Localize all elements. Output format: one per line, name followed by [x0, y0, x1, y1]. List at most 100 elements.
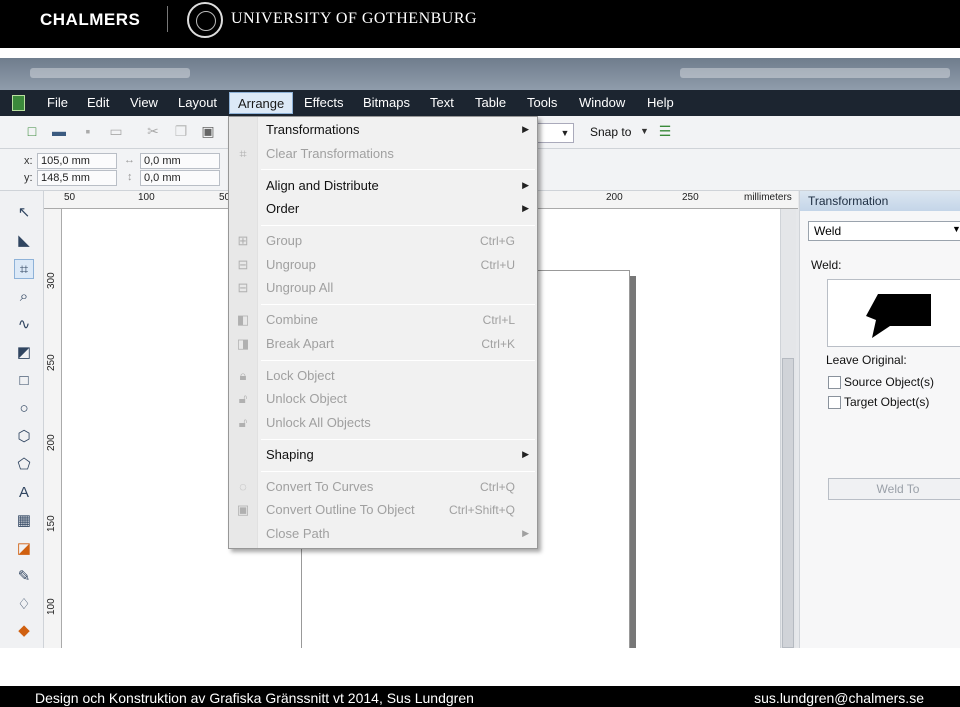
polygon-tool-icon[interactable]: ⬡ — [14, 427, 34, 447]
width-field[interactable]: 0,0 mm — [140, 153, 220, 169]
rectangle-tool-icon[interactable]: □ — [14, 371, 34, 391]
menu-item-clear-transformations[interactable]: Clear Transformations — [266, 146, 394, 161]
menu-help[interactable]: Help — [647, 95, 674, 110]
chevron-down-icon[interactable]: ▼ — [640, 126, 649, 136]
menu-separator — [261, 471, 535, 472]
table-tool-icon[interactable]: ▦ — [14, 511, 34, 531]
crop-tool-icon[interactable]: ⌗ — [14, 259, 34, 279]
outline-pen-icon[interactable]: ♢ — [14, 595, 34, 615]
menu-edit[interactable]: Edit — [87, 95, 109, 110]
menu-effects[interactable]: Effects — [304, 95, 344, 110]
print-icon[interactable]: ▭ — [108, 123, 124, 139]
ellipse-tool-icon[interactable]: ○ — [14, 399, 34, 419]
shortcut-label: Ctrl+L — [482, 313, 515, 327]
weld-label: Weld: — [811, 258, 842, 272]
shortcut-label: Ctrl+Q — [479, 480, 515, 494]
snap-to-button[interactable]: Snap to — [590, 125, 631, 139]
shaping-mode-select[interactable]: Weld — [808, 221, 960, 241]
slide-footer: Design och Konstruktion av Grafiska Grän… — [0, 686, 960, 707]
menu-item-unlock-all[interactable]: Unlock All Objects — [266, 415, 371, 430]
checklist-icon[interactable]: ☰ — [657, 123, 673, 139]
chevron-down-icon[interactable]: ▼ — [952, 224, 960, 234]
menu-window[interactable]: Window — [579, 95, 625, 110]
x-position-field[interactable]: 105,0 mm — [37, 153, 117, 169]
basic-shapes-icon[interactable]: ⬠ — [14, 455, 34, 475]
open-folder-icon[interactable]: ▬ — [51, 123, 67, 139]
break-apart-icon: ◨ — [236, 336, 250, 351]
menu-table[interactable]: Table — [475, 95, 506, 110]
menu-item-convert-to-curves[interactable]: Convert To Curves — [266, 479, 373, 494]
menu-item-ungroup-all[interactable]: Ungroup All — [266, 280, 333, 295]
menu-separator — [261, 360, 535, 361]
save-icon[interactable]: ▪ — [80, 123, 96, 139]
menu-bitmaps[interactable]: Bitmaps — [363, 95, 410, 110]
height-field[interactable]: 0,0 mm — [140, 170, 220, 186]
menu-item-unlock-object[interactable]: Unlock Object — [266, 391, 347, 406]
new-document-icon[interactable]: □ — [24, 123, 40, 139]
shortcut-label: Ctrl+K — [481, 337, 515, 351]
scrollbar-thumb[interactable] — [782, 358, 794, 648]
menu-layout[interactable]: Layout — [178, 95, 217, 110]
cut-icon[interactable]: ✂ — [145, 123, 161, 139]
paste-icon[interactable]: ▣ — [200, 123, 216, 139]
menu-item-convert-outline[interactable]: Convert Outline To Object — [266, 502, 415, 517]
submenu-arrow-icon: ▶ — [522, 124, 529, 134]
menu-item-ungroup[interactable]: Ungroup — [266, 257, 316, 272]
weld-to-button[interactable]: Weld To — [828, 478, 960, 500]
menu-item-align-distribute[interactable]: Align and Distribute — [266, 178, 379, 193]
smart-fill-icon[interactable]: ◩ — [14, 343, 34, 363]
eyedropper-icon[interactable]: ✎ — [14, 567, 34, 587]
app-icon[interactable] — [12, 95, 25, 111]
shape-tool-icon[interactable]: ◣ — [14, 231, 34, 251]
titlebar-text-blur — [680, 68, 950, 78]
menu-item-break-apart[interactable]: Break Apart — [266, 336, 334, 351]
leave-original-label: Leave Original: — [826, 353, 907, 367]
menu-arrange[interactable]: Arrange — [229, 92, 294, 114]
submenu-arrow-icon: ▶ — [522, 449, 529, 459]
submenu-arrow-icon: ▶ — [522, 528, 529, 538]
gothenburg-logo: UNIVERSITY OF GOTHENBURG — [231, 10, 478, 27]
menu-tools[interactable]: Tools — [527, 95, 557, 110]
ruler-label: 100 — [138, 192, 155, 203]
interactive-tools-icon[interactable]: ◪ — [14, 539, 34, 559]
width-icon: ↔ — [124, 154, 135, 166]
menu-separator — [261, 169, 535, 170]
x-label: x: — [24, 155, 33, 167]
ruler-units: millimeters — [744, 192, 792, 203]
text-tool-icon[interactable]: A — [14, 483, 34, 503]
combine-icon: ◧ — [236, 312, 250, 327]
menu-separator — [261, 225, 535, 226]
menu-item-transformations[interactable]: Transformations — [266, 122, 359, 137]
menu-view[interactable]: View — [130, 95, 158, 110]
slide-header: CHALMERS UNIVERSITY OF GOTHENBURG — [0, 0, 960, 48]
copy-icon[interactable]: ❐ — [173, 123, 189, 139]
menu-item-combine[interactable]: Combine — [266, 312, 318, 327]
shortcut-label: Ctrl+U — [480, 258, 515, 272]
menu-item-order[interactable]: Order — [266, 201, 299, 216]
source-objects-label: Source Object(s) — [844, 375, 935, 389]
menu-text[interactable]: Text — [430, 95, 454, 110]
y-position-field[interactable]: 148,5 mm — [37, 170, 117, 186]
university-seal-icon — [187, 2, 223, 38]
freehand-tool-icon[interactable]: ∿ — [14, 315, 34, 335]
zoom-tool-icon[interactable]: ⌕ — [14, 287, 34, 307]
menu-separator — [261, 439, 535, 440]
fill-tool-icon[interactable]: ◆ — [14, 621, 34, 641]
ruler-label: 300 — [46, 272, 57, 289]
pick-tool-icon[interactable]: ↖ — [14, 203, 34, 223]
menu-file[interactable]: File — [47, 95, 68, 110]
ruler-label: 200 — [46, 434, 57, 451]
page-shadow — [630, 276, 636, 648]
clear-transformations-icon: ⌗ — [239, 146, 247, 161]
target-objects-checkbox[interactable] — [828, 396, 841, 409]
titlebar-text-blur — [30, 68, 190, 78]
menu-item-group[interactable]: Group — [266, 233, 302, 248]
source-objects-checkbox[interactable] — [828, 376, 841, 389]
target-objects-label: Target Object(s) — [844, 395, 930, 409]
menu-item-shaping[interactable]: Shaping — [266, 447, 314, 462]
vertical-ruler: 300 250 200 150 100 — [44, 209, 62, 648]
chevron-down-icon[interactable]: ▼ — [557, 125, 573, 141]
menu-item-close-path[interactable]: Close Path — [266, 526, 330, 541]
menu-item-lock-object[interactable]: Lock Object — [266, 368, 335, 383]
ungroup-icon: ⊟ — [237, 257, 249, 272]
